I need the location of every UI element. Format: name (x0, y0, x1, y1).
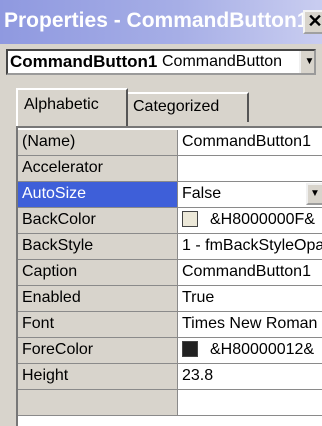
property-value[interactable]: Times New Roman (178, 312, 322, 338)
property-value[interactable]: 23.8 (178, 364, 322, 390)
property-row-name[interactable]: (Name) CommandButton1 (18, 130, 322, 156)
property-row-autosize[interactable]: AutoSize False ▼ (18, 182, 322, 208)
property-name: Height (18, 364, 178, 390)
object-selector-dropdown-button[interactable]: ▼ (299, 51, 315, 73)
close-button[interactable]: ✕ (303, 10, 322, 34)
property-value: &H8000000F& (210, 211, 315, 228)
property-name: BackStyle (18, 234, 178, 260)
property-value[interactable]: 1 - fmBackStyleOpaque (178, 234, 322, 260)
property-row-caption[interactable]: Caption CommandButton1 (18, 260, 322, 286)
property-row-backcolor[interactable]: BackColor &H8000000F& (18, 208, 322, 234)
property-row-font[interactable]: Font Times New Roman (18, 312, 322, 338)
property-name: Caption (18, 260, 178, 286)
property-value-field[interactable]: &H80000012& (178, 338, 322, 364)
property-value: False (182, 185, 222, 202)
value-dropdown-button[interactable]: ▼ (306, 183, 322, 205)
property-name: Font (18, 312, 178, 338)
object-selector-bar: CommandButton1 CommandButton ▼ (0, 44, 322, 80)
property-row-partial (18, 390, 322, 416)
title-bar: Properties - CommandButton1 ✕ (0, 0, 322, 44)
property-row-accelerator[interactable]: Accelerator (18, 156, 322, 182)
property-row-backstyle[interactable]: BackStyle 1 - fmBackStyleOpaque (18, 234, 322, 260)
property-value[interactable]: CommandButton1 (178, 260, 322, 286)
property-row-height[interactable]: Height 23.8 (18, 364, 322, 390)
property-name (18, 390, 178, 416)
property-value[interactable]: True (178, 286, 322, 312)
property-name: Accelerator (18, 156, 178, 182)
property-name: AutoSize (18, 182, 178, 208)
property-value: &H80000012& (210, 341, 315, 358)
close-icon: ✕ (307, 11, 322, 31)
property-value-field[interactable]: &H8000000F& (178, 208, 322, 234)
property-name: BackColor (18, 208, 178, 234)
property-row-enabled[interactable]: Enabled True (18, 286, 322, 312)
window-title: Properties - CommandButton1 (4, 9, 309, 32)
color-swatch (182, 211, 198, 227)
property-value[interactable] (178, 156, 322, 182)
chevron-down-icon: ▼ (310, 188, 320, 199)
property-name: (Name) (18, 130, 178, 156)
tab-categorized[interactable]: Categorized (127, 92, 249, 122)
property-grid: (Name) CommandButton1 Accelerator AutoSi… (16, 126, 322, 426)
property-name: ForeColor (18, 338, 178, 364)
property-row-forecolor[interactable]: ForeColor &H80000012& (18, 338, 322, 364)
property-value-field[interactable]: False ▼ (178, 182, 322, 208)
properties-tabs: Alphabetic Categorized (0, 80, 322, 126)
color-swatch (182, 341, 198, 357)
object-type: CommandButton (162, 53, 283, 70)
chevron-down-icon: ▼ (304, 56, 315, 67)
property-value[interactable]: CommandButton1 (178, 130, 322, 156)
property-value (178, 390, 322, 416)
tab-categorized-label: Categorized (133, 98, 220, 115)
tab-alphabetic[interactable]: Alphabetic (16, 88, 128, 126)
object-selector-dropdown[interactable]: CommandButton1 CommandButton ▼ (6, 49, 316, 75)
object-name: CommandButton1 (10, 52, 158, 71)
tab-alphabetic-label: Alphabetic (24, 96, 99, 113)
property-name: Enabled (18, 286, 178, 312)
